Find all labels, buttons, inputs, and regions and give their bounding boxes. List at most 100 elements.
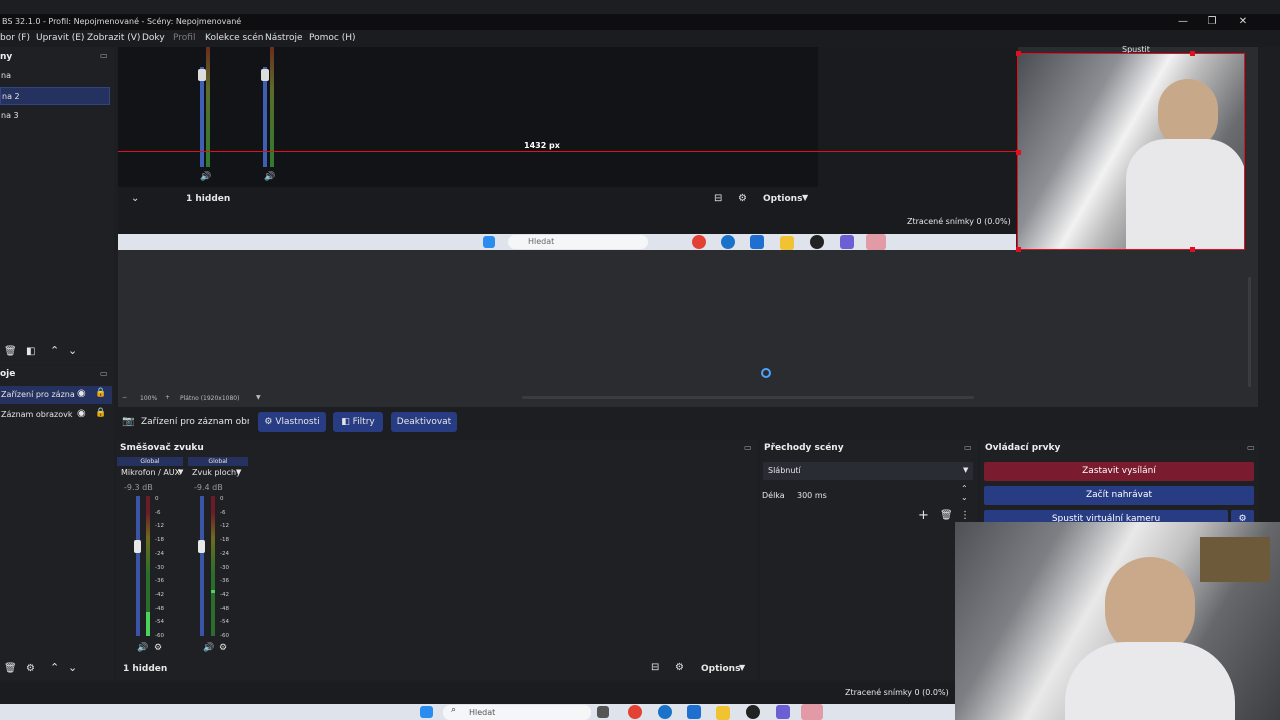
increment-icon[interactable]: ⌃ xyxy=(961,484,968,493)
menu-view[interactable]: Zobrazit (V) xyxy=(87,30,140,47)
deactivate-button[interactable]: Deaktivovat xyxy=(391,412,457,432)
resize-handle[interactable] xyxy=(1016,51,1021,56)
lock-icon[interactable]: 🔒 xyxy=(95,408,106,418)
gear-icon: ⚙ xyxy=(264,417,273,427)
undock-icon[interactable]: ▭ xyxy=(1247,443,1255,452)
undock-icon[interactable]: ▭ xyxy=(100,369,108,378)
volume-slider-thumb[interactable] xyxy=(198,69,206,81)
zoom-out-icon[interactable]: − xyxy=(122,394,127,401)
speaker-icon[interactable]: 🔊 xyxy=(137,643,148,653)
menu-tools[interactable]: Nástroje xyxy=(265,30,303,47)
filters-button[interactable]: ◧ Filtry xyxy=(333,412,383,432)
menu-profile[interactable]: Profil xyxy=(173,30,195,47)
undock-icon[interactable]: ▭ xyxy=(744,443,752,452)
discord-icon[interactable] xyxy=(776,705,790,719)
resize-handle[interactable] xyxy=(1016,150,1021,155)
volume-slider-thumb[interactable] xyxy=(261,69,269,81)
webcam-overlay xyxy=(955,522,1280,720)
close-button[interactable]: ✕ xyxy=(1228,14,1258,30)
preview-area[interactable]: 🔊 🔊 ⌄ 1 hidden ⊟ ⚙ Options ▼ Ztracené sn… xyxy=(118,45,1258,407)
scene-item-selected[interactable]: na 2 xyxy=(0,87,110,105)
resize-handle[interactable] xyxy=(1190,247,1195,252)
scene-item[interactable]: na xyxy=(0,67,110,85)
edge-icon xyxy=(721,235,735,249)
add-transition-icon[interactable]: + xyxy=(918,508,929,523)
undock-icon[interactable]: ▭ xyxy=(964,443,972,452)
windows-start-icon[interactable] xyxy=(420,706,433,718)
channel-settings-icon[interactable]: ⚙ xyxy=(219,643,227,653)
properties-button[interactable]: ⚙ Vlastnosti xyxy=(258,412,326,432)
source-item-selected[interactable]: Zařízení pro zázna ◉ 🔒 xyxy=(0,386,112,404)
file-explorer-icon[interactable] xyxy=(716,706,730,720)
filter-icon[interactable]: ◧ xyxy=(26,346,35,357)
menu-edit[interactable]: Upravit (E) xyxy=(36,30,84,47)
gear-icon[interactable]: ⚙ xyxy=(738,193,747,204)
visibility-eye-icon[interactable]: ◉ xyxy=(77,388,86,399)
layout-icon[interactable]: ⊟ xyxy=(651,662,659,673)
menu-help[interactable]: Pomoc (H) xyxy=(309,30,356,47)
webcam-source-selected[interactable] xyxy=(1017,53,1245,250)
transition-select[interactable]: Slábnutí ▼ xyxy=(763,462,973,480)
move-down-icon[interactable]: ⌄ xyxy=(68,344,77,357)
chevron-down-icon[interactable]: ⌄ xyxy=(131,193,139,204)
captured-dropped-frames: Ztracené snímky 0 (0.0%) xyxy=(907,217,1011,226)
minimize-button[interactable]: — xyxy=(1168,14,1198,30)
scale-tick: -12 xyxy=(220,523,229,530)
volume-slider-thumb[interactable] xyxy=(198,540,205,553)
zoom-level: 100% xyxy=(140,395,158,402)
level-meter xyxy=(211,496,215,636)
duration-spinbox[interactable]: 300 ms ⌃ ⌄ xyxy=(793,484,973,504)
gear-icon[interactable]: ⚙ xyxy=(26,663,35,674)
speaker-icon[interactable]: 🔊 xyxy=(203,643,214,653)
volume-slider-thumb[interactable] xyxy=(134,540,141,553)
speaker-icon[interactable]: 🔊 xyxy=(200,172,211,182)
obs-window: BS 32.1.0 - Profil: Nepojmenované - Scén… xyxy=(0,0,1280,720)
move-down-icon[interactable]: ⌄ xyxy=(68,661,77,674)
channel-settings-icon[interactable]: ⚙ xyxy=(154,643,162,653)
horizontal-scrollbar[interactable] xyxy=(522,396,974,399)
layout-icon[interactable]: ⊟ xyxy=(714,193,722,204)
search-icon: ⌕ xyxy=(451,705,457,715)
sources-title: oje xyxy=(0,369,16,379)
options-dropdown[interactable]: Options xyxy=(701,664,740,674)
captured-screen: 🔊 🔊 ⌄ 1 hidden ⊟ ⚙ Options ▼ Ztracené sn… xyxy=(118,45,1155,234)
trash-icon[interactable]: 🗑 xyxy=(4,663,17,674)
more-options-icon[interactable]: ⋮ xyxy=(960,510,970,521)
trash-icon[interactable]: 🗑 xyxy=(940,510,953,521)
task-view-icon[interactable] xyxy=(597,706,609,718)
trash-icon[interactable]: 🗑 xyxy=(4,346,17,357)
decrement-icon[interactable]: ⌄ xyxy=(961,493,968,502)
edge-icon[interactable] xyxy=(658,705,672,719)
taskbar-search[interactable]: Hledat xyxy=(443,705,591,720)
obs-icon[interactable] xyxy=(746,705,760,719)
zoom-in-icon[interactable]: + xyxy=(165,394,170,401)
channel-menu-caret-icon[interactable]: ▼ xyxy=(178,468,183,476)
app-icon[interactable] xyxy=(801,704,823,720)
channel-menu-caret-icon[interactable]: ▼ xyxy=(236,468,241,476)
transitions-title: Přechody scény xyxy=(764,443,844,453)
resize-handle[interactable] xyxy=(1190,51,1195,56)
move-up-icon[interactable]: ⌃ xyxy=(50,661,59,674)
chevron-down-icon[interactable]: ▼ xyxy=(256,394,261,401)
menu-file[interactable]: bor (F) xyxy=(0,30,30,47)
move-up-icon[interactable]: ⌃ xyxy=(50,344,59,357)
visibility-eye-icon[interactable]: ◉ xyxy=(77,408,86,419)
volume-track[interactable] xyxy=(136,496,140,636)
menu-docks[interactable]: Doky xyxy=(142,30,165,47)
resize-handle[interactable] xyxy=(1016,247,1021,252)
source-item[interactable]: Záznam obrazovk ◉ 🔒 xyxy=(0,406,112,424)
undock-icon[interactable]: ▭ xyxy=(100,51,108,60)
stop-streaming-button[interactable]: Zastavit vysílání xyxy=(984,462,1254,481)
vertical-scrollbar[interactable] xyxy=(1248,277,1251,387)
outlook-icon[interactable] xyxy=(687,705,701,719)
chrome-icon[interactable] xyxy=(628,705,642,719)
maximize-button[interactable]: ❐ xyxy=(1197,14,1227,30)
start-recording-button[interactable]: Začít nahrávat xyxy=(984,486,1254,505)
scene-item[interactable]: na 3 xyxy=(0,107,110,125)
speaker-icon[interactable]: 🔊 xyxy=(264,172,275,182)
gear-icon[interactable]: ⚙ xyxy=(675,662,684,673)
lock-icon[interactable]: 🔒 xyxy=(95,388,106,398)
options-dropdown[interactable]: Options xyxy=(763,194,802,204)
menu-scene-collection[interactable]: Kolekce scén xyxy=(205,30,263,47)
volume-track[interactable] xyxy=(200,496,204,636)
